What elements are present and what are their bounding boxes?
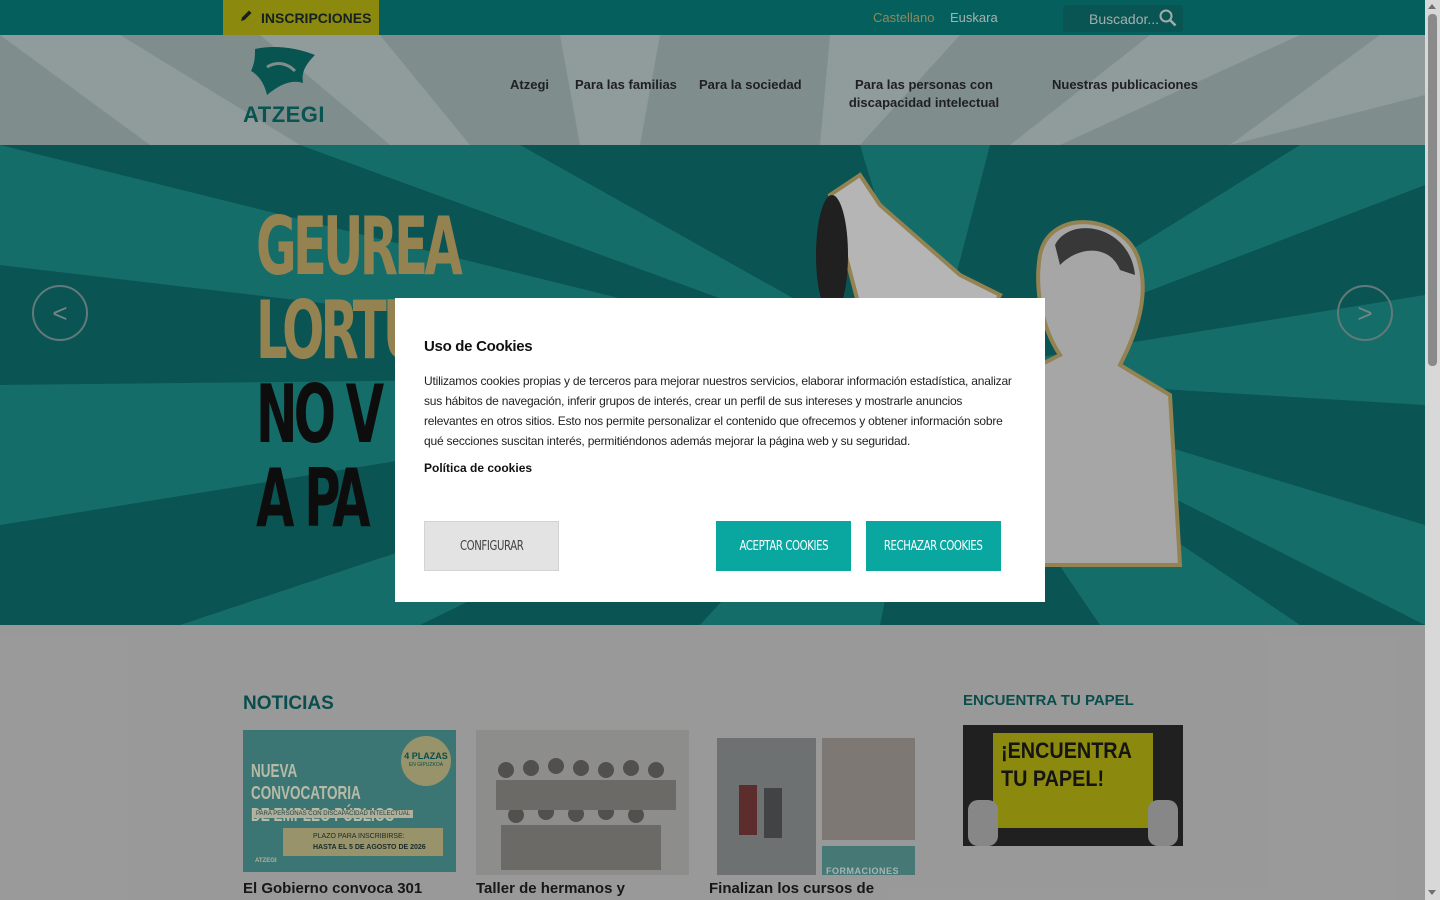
page-scrollbar[interactable] (1425, 0, 1440, 900)
cookie-consent-modal: Uso de Cookies Utilizamos cookies propia… (395, 298, 1045, 602)
scroll-down-arrow[interactable] (1428, 890, 1436, 895)
configure-label: CONFIGURAR (459, 538, 524, 554)
cookie-policy-link[interactable]: Política de cookies (424, 461, 532, 475)
accept-cookies-button[interactable]: ACEPTAR COOKIES (716, 521, 851, 571)
reject-cookies-button[interactable]: RECHAZAR COOKIES (866, 521, 1001, 571)
reject-label: RECHAZAR COOKIES (884, 538, 983, 554)
cookie-modal-title: Uso de Cookies (424, 338, 533, 355)
cookie-modal-body: Utilizamos cookies propias y de terceros… (424, 374, 1012, 448)
configure-cookies-button[interactable]: CONFIGURAR (424, 521, 559, 571)
scroll-thumb[interactable] (1428, 14, 1437, 366)
accept-label: ACEPTAR COOKIES (739, 538, 828, 554)
scroll-up-arrow[interactable] (1428, 4, 1436, 9)
